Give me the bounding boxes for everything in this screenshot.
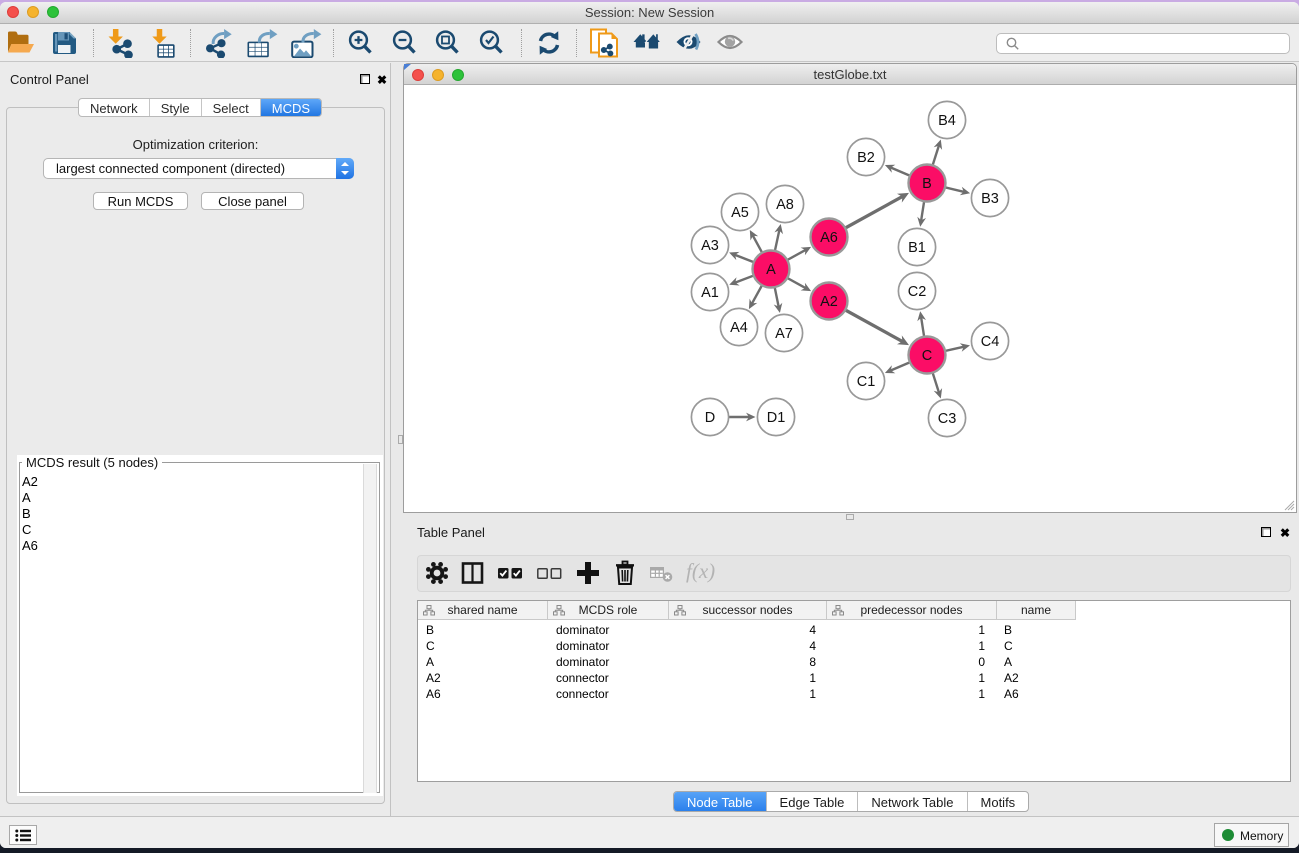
svg-text:A3: A3 [701, 238, 719, 254]
svg-text:B1: B1 [908, 240, 926, 256]
svg-text:A7: A7 [775, 326, 793, 342]
svg-text:B3: B3 [981, 191, 999, 207]
svg-text:D1: D1 [767, 410, 786, 426]
svg-text:B4: B4 [938, 113, 956, 129]
svg-text:A5: A5 [731, 205, 749, 221]
svg-text:A: A [766, 262, 776, 278]
svg-text:C2: C2 [908, 284, 927, 300]
svg-text:A4: A4 [730, 320, 748, 336]
svg-text:C: C [922, 348, 932, 364]
svg-text:B2: B2 [857, 150, 875, 166]
svg-text:B: B [922, 176, 932, 192]
svg-text:A1: A1 [701, 285, 719, 301]
svg-text:C1: C1 [857, 374, 876, 390]
svg-text:A2: A2 [820, 294, 838, 310]
svg-text:C4: C4 [981, 334, 1000, 350]
svg-text:D: D [705, 410, 715, 426]
svg-text:C3: C3 [938, 411, 957, 427]
svg-text:A6: A6 [820, 230, 838, 246]
svg-text:A8: A8 [776, 197, 794, 213]
